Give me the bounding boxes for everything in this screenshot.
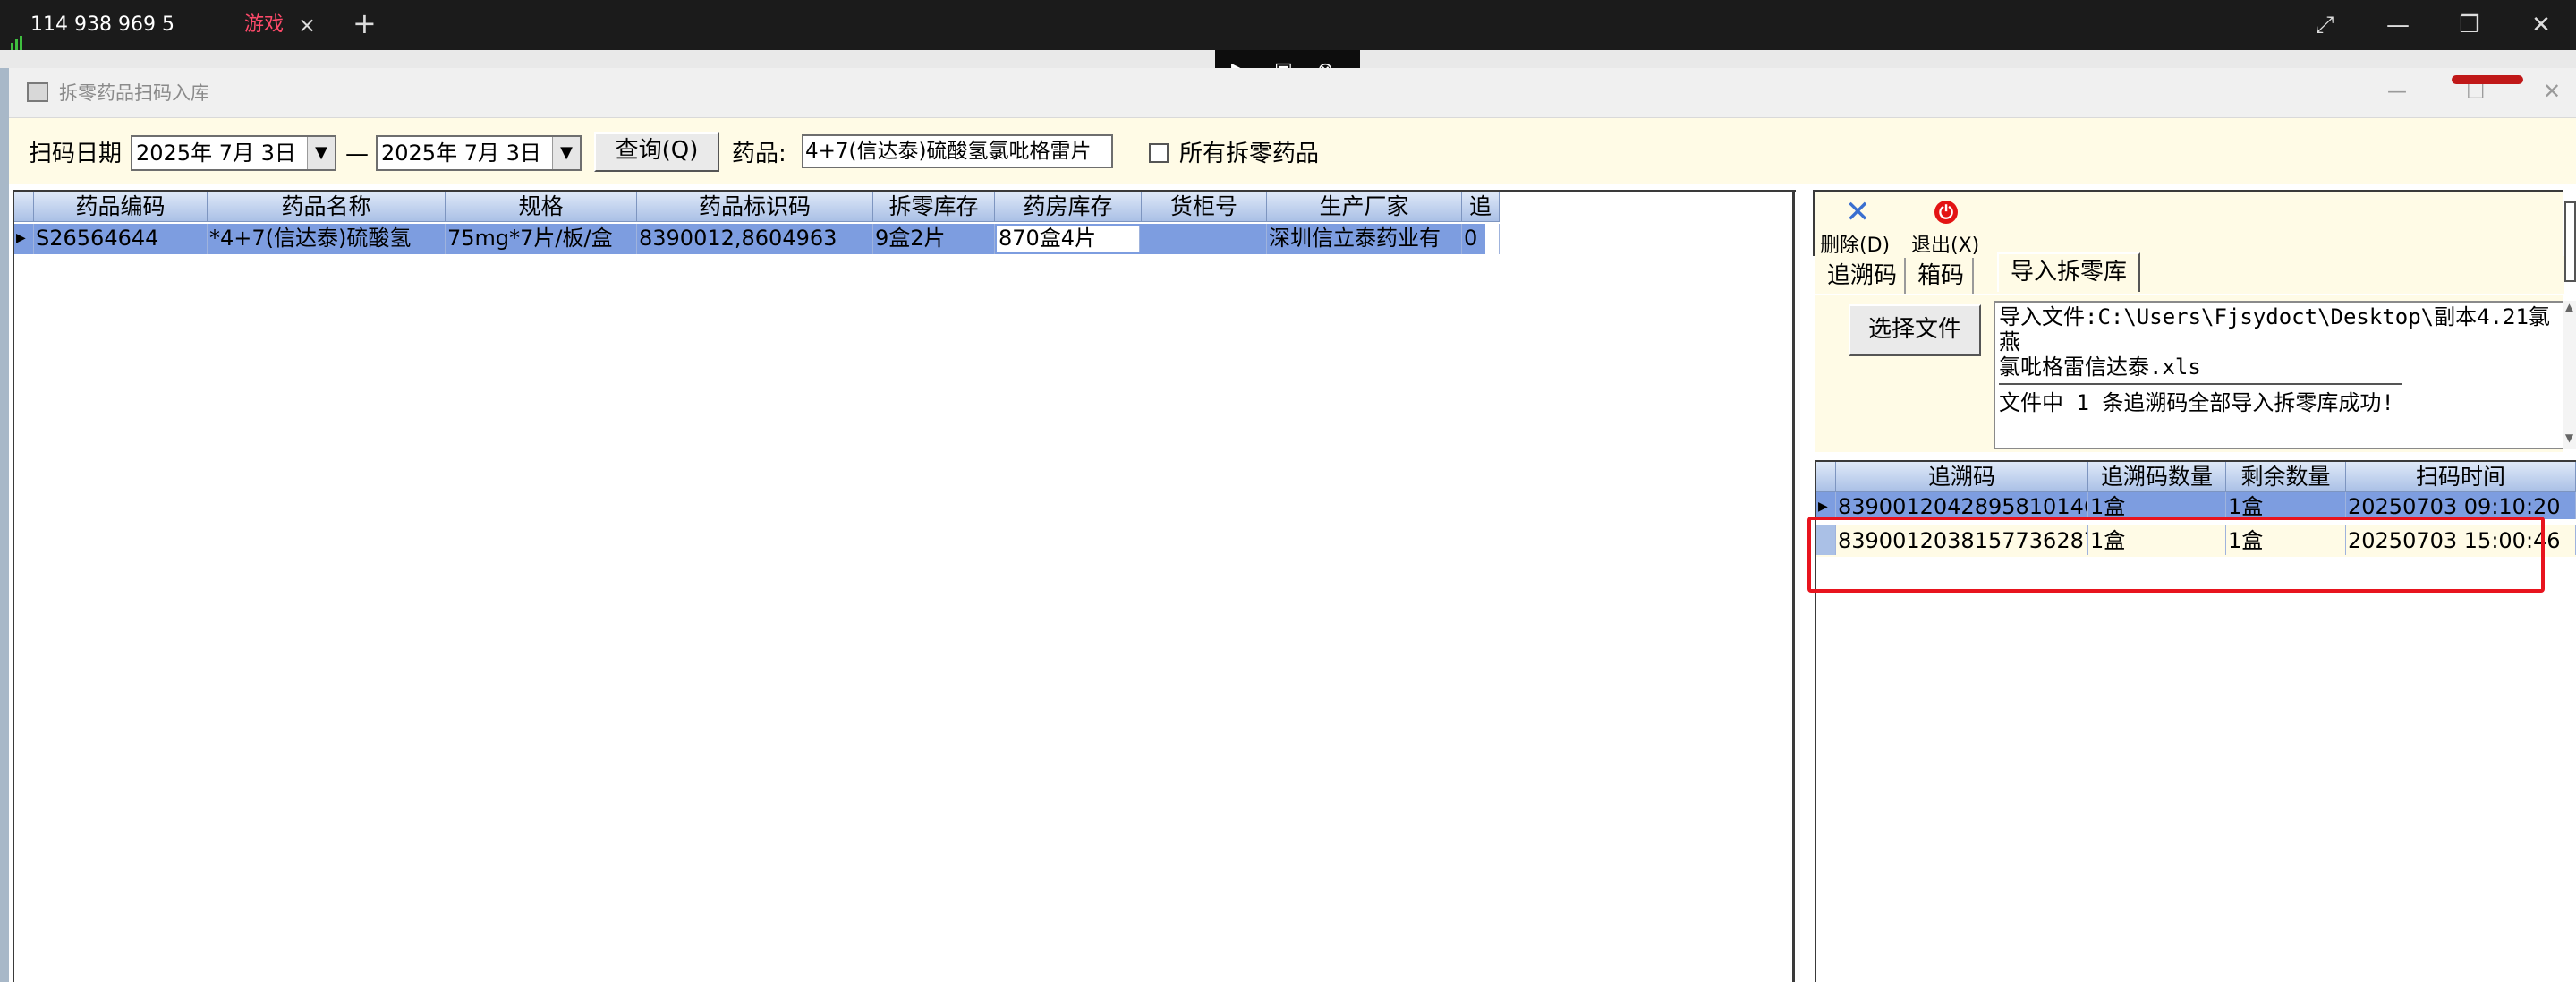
scroll-down-icon[interactable]: ▼	[2563, 431, 2576, 448]
remote-top-bar: 114 938 969 5 游戏 × + ⤢ — ❐ ✕	[0, 0, 2576, 50]
cell-drug-name: *4+7(信达泰)硫酸氢	[208, 224, 446, 254]
table-divider	[1792, 190, 1795, 982]
chevron-down-icon[interactable]: ▼	[552, 137, 580, 169]
cell-split-stock: 9盒2片	[873, 224, 995, 254]
col-drug-name[interactable]: 药品名称	[208, 192, 446, 222]
all-drugs-label: 所有拆零药品	[1179, 141, 1320, 167]
header-corner	[14, 192, 34, 222]
cell-trace: 0	[1462, 224, 1500, 254]
tab-close-icon[interactable]: ×	[298, 0, 316, 50]
expand-icon[interactable]: ⤢	[2298, 0, 2351, 50]
row-indicator-icon: ▶	[1816, 492, 1836, 519]
tab-label: 游戏	[244, 13, 285, 36]
toolbar-scrollbar[interactable]	[2564, 201, 2576, 282]
import-scrollbar[interactable]: ▲ ▼	[2563, 301, 2576, 449]
col-pharmacy-stock[interactable]: 药房库存	[995, 192, 1142, 222]
import-result: 文件中 1 条追溯码全部导入拆零库成功!	[1999, 390, 2394, 415]
date-to-picker[interactable]: 2025年 7月 3日 ▼	[376, 135, 582, 171]
tab-game[interactable]: 游戏 ×	[228, 0, 343, 50]
delete-label: 删除(D)	[1820, 235, 1891, 257]
col-scan-time[interactable]: 扫码时间	[2346, 462, 2576, 492]
connection-id: 114 938 969 5	[11, 0, 174, 50]
col-drug-id[interactable]: 药品标识码	[637, 192, 873, 222]
cell-spec: 75mg*7片/板/盒	[446, 224, 637, 254]
cell-drug-code: S26564644	[34, 224, 208, 254]
tab-box-code[interactable]: 箱码	[1909, 258, 1974, 294]
app-title-bar: 拆零药品扫码入库 — ☐ ✕	[0, 68, 2576, 118]
all-drugs-checkbox[interactable]	[1149, 143, 1169, 163]
import-separator	[1999, 383, 2402, 385]
table-row[interactable]: ▶ 83900120428958101468 1盒 1盒 20250703 09…	[1816, 492, 2576, 519]
red-slider[interactable]	[2452, 75, 2523, 84]
import-line-1: 导入文件:C:\Users\Fjsydoct\Desktop\副本4.21氯燕	[1999, 304, 2550, 354]
cell-trace-code: 83900120428958101468	[1836, 492, 2088, 519]
app-minimize-button[interactable]: —	[2387, 81, 2407, 103]
date-dash: —	[345, 141, 369, 167]
cell-pharmacy-stock[interactable]: 870盒4片	[997, 226, 1140, 252]
window-title: 拆零药品扫码入库	[59, 82, 209, 104]
date-from-picker[interactable]: 2025年 7月 3日 ▼	[131, 135, 336, 171]
tab-trace-code[interactable]: 追溯码	[1820, 258, 1906, 294]
col-trace[interactable]: 追	[1462, 192, 1500, 222]
row-indicator-icon: ▶	[14, 224, 34, 254]
delete-x-icon: ✕	[1845, 194, 1871, 230]
minimize-button[interactable]: —	[2371, 0, 2425, 50]
col-remain-qty[interactable]: 剩余数量	[2226, 462, 2346, 492]
col-spec[interactable]: 规格	[446, 192, 637, 222]
cell-cabinet	[1142, 224, 1267, 254]
signal-icon	[11, 0, 24, 50]
delete-button[interactable]: ✕ 删除(D)	[1820, 194, 1900, 257]
drug-label: 药品:	[732, 141, 786, 167]
cell-trace-qty: 1盒	[2088, 492, 2226, 519]
header-corner	[1816, 462, 1836, 492]
cell-manufacturer: 深圳信立泰药业有	[1267, 224, 1462, 254]
cell-remain-qty: 1盒	[2226, 492, 2346, 519]
app-icon	[27, 82, 48, 102]
col-split-stock[interactable]: 拆零库存	[873, 192, 995, 222]
col-cabinet[interactable]: 货柜号	[1142, 192, 1267, 222]
drug-table	[13, 190, 1796, 982]
chevron-down-icon[interactable]: ▼	[307, 137, 335, 169]
drug-input[interactable]: 4+7(信达泰)硫酸氢氯吡格雷片	[802, 134, 1113, 168]
cell-drug-id: 8390012,8604963	[637, 224, 873, 254]
col-trace-qty[interactable]: 追溯码数量	[2088, 462, 2226, 492]
col-drug-code[interactable]: 药品编码	[34, 192, 208, 222]
highlight-box	[1807, 517, 2545, 593]
choose-file-button[interactable]: 选择文件	[1849, 304, 1981, 356]
cell-scan-time: 20250703 09:10:20	[2346, 492, 2576, 519]
import-line-2: 氯吡格雷信达泰.xls	[1999, 354, 2201, 380]
app-close-button[interactable]: ✕	[2543, 79, 2561, 104]
right-toolbar: ✕ 删除(D) ⏻ 退出(X)	[1813, 190, 2563, 257]
close-button[interactable]: ✕	[2514, 0, 2568, 50]
left-edge-strip	[0, 68, 9, 982]
restore-button[interactable]: ❐	[2443, 0, 2496, 50]
scroll-up-icon[interactable]: ▲	[2563, 301, 2576, 317]
table-row[interactable]: ▶ S26564644 *4+7(信达泰)硫酸氢 75mg*7片/板/盒 839…	[14, 224, 1500, 254]
scan-date-label: 扫码日期	[29, 141, 123, 167]
add-tab-button[interactable]: +	[353, 0, 377, 48]
query-button[interactable]: 查询(Q)	[594, 132, 719, 172]
trace-table-header: 追溯码 追溯码数量 剩余数量 扫码时间	[1816, 462, 2576, 492]
power-icon: ⏻	[1934, 201, 1958, 224]
col-trace-code[interactable]: 追溯码	[1836, 462, 2088, 492]
exit-button[interactable]: ⏻ 退出(X)	[1911, 199, 1992, 257]
import-log[interactable]: 导入文件:C:\Users\Fjsydoct\Desktop\副本4.21氯燕 …	[1994, 301, 2566, 449]
tab-import-split[interactable]: 导入拆零库	[1997, 252, 2140, 292]
table-header: 药品编码 药品名称 规格 药品标识码 拆零库存 药房库存 货柜号 生产厂家 追	[14, 192, 1500, 224]
col-manufacturer[interactable]: 生产厂家	[1267, 192, 1462, 222]
exit-label: 退出(X)	[1911, 235, 1980, 257]
